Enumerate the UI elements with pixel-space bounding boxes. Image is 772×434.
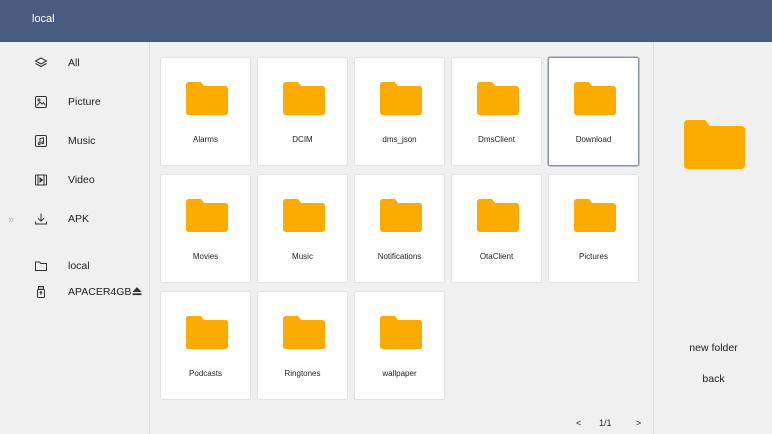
title-bar: local — [0, 0, 772, 42]
folder-item[interactable]: Music — [257, 174, 348, 283]
folder-icon — [574, 199, 616, 232]
folder-item[interactable]: DCIM — [257, 57, 348, 166]
folder-name: wallpaper — [382, 369, 417, 378]
folder-name: Pictures — [579, 252, 608, 261]
folder-item[interactable]: wallpaper — [354, 291, 445, 400]
folder-name: Movies — [192, 252, 219, 261]
folder-item[interactable]: OtaClient — [451, 174, 542, 283]
sidebar-item-picture[interactable]: Picture — [0, 86, 150, 118]
sidebar-item-label: Music — [68, 135, 96, 147]
folder-icon — [283, 316, 325, 349]
prev-page-button[interactable]: < — [576, 418, 581, 428]
folder-grid: Alarms DCIM dms_json DmsClient Download Movie… — [151, 42, 653, 434]
folder-icon — [380, 199, 422, 232]
sidebar-item-label: Video — [68, 174, 95, 186]
picture-icon — [34, 95, 48, 109]
folder-item[interactable]: DmsClient — [451, 57, 542, 166]
sidebar-item-apk[interactable]: APK — [0, 203, 150, 235]
folder-preview-icon — [684, 120, 745, 169]
folder-item[interactable]: Notifications — [354, 174, 445, 283]
folder-icon — [477, 82, 519, 115]
folder-name: Music — [292, 252, 313, 261]
folder-name: DmsClient — [478, 135, 515, 144]
folder-icon — [186, 316, 228, 349]
folder-name: DCIM — [292, 135, 313, 144]
expand-left-arrow-icon[interactable]: » — [8, 214, 14, 226]
folder-icon — [186, 199, 228, 232]
folder-item[interactable]: Pictures — [548, 174, 639, 283]
folder-name: Download — [575, 135, 612, 144]
new-folder-button[interactable]: new folder — [654, 342, 772, 354]
folder-name: Alarms — [193, 135, 218, 144]
sidebar-item-music[interactable]: Music — [0, 125, 150, 157]
sidebar-item-all[interactable]: All — [0, 47, 150, 79]
sidebar-item-label: APACER4GB — [68, 286, 142, 298]
sidebar-item-label: local — [68, 260, 90, 272]
usb-drive-icon — [34, 285, 48, 299]
folder-item[interactable]: dms_json — [354, 57, 445, 166]
eject-icon[interactable] — [132, 286, 142, 296]
next-page-button[interactable]: > — [636, 418, 641, 428]
folder-item[interactable]: Download — [548, 57, 639, 166]
page-indicator: 1/1 — [599, 418, 612, 428]
folder-icon — [283, 199, 325, 232]
folder-name: Ringtones — [284, 369, 321, 378]
folder-item[interactable]: Alarms — [160, 57, 251, 166]
sidebar-item-label: All — [68, 57, 80, 69]
download-icon — [34, 212, 48, 226]
sidebar-item-label: Picture — [68, 96, 101, 108]
details-panel: new folder back — [653, 42, 772, 434]
sidebar-item-video[interactable]: Video — [0, 164, 150, 196]
folder-name: Podcasts — [189, 369, 222, 378]
folder-name: Notifications — [377, 252, 422, 261]
folder-icon — [380, 316, 422, 349]
sidebar-item-label: APK — [68, 213, 90, 225]
folder-item[interactable]: Movies — [160, 174, 251, 283]
folder-icon — [380, 82, 422, 115]
sidebar: All Picture Music Video APK local APACER… — [0, 42, 150, 434]
layers-icon — [34, 56, 48, 70]
folder-item[interactable]: Ringtones — [257, 291, 348, 400]
music-icon — [34, 134, 48, 148]
folder-outline-icon — [34, 259, 48, 273]
folder-icon — [574, 82, 616, 115]
folder-icon — [283, 82, 325, 115]
back-button[interactable]: back — [654, 373, 772, 385]
folder-icon — [477, 199, 519, 232]
sidebar-item-usb[interactable]: APACER4GB — [0, 276, 150, 308]
folder-icon — [186, 82, 228, 115]
folder-name: OtaClient — [479, 252, 514, 261]
page-title: local — [32, 13, 55, 25]
folder-name: dms_json — [382, 135, 417, 144]
video-icon — [34, 173, 48, 187]
folder-item[interactable]: Podcasts — [160, 291, 251, 400]
